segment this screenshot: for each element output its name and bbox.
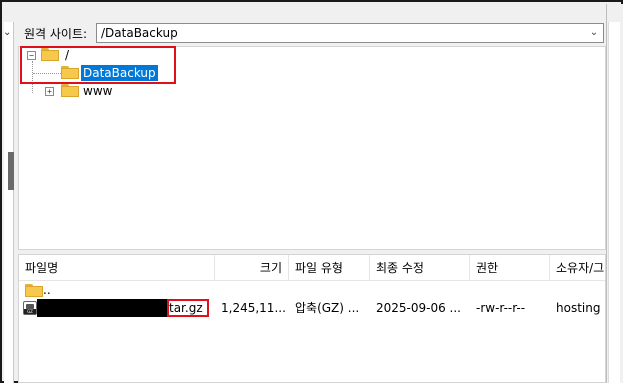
left-scrollbar-thumb[interactable] xyxy=(8,152,14,190)
remote-directory-tree: − / DataBackup + www xyxy=(18,46,606,250)
archive-icon: GZ xyxy=(23,301,37,315)
file-permissions: -rw-r--r-- xyxy=(476,301,526,315)
remote-site-label: 원격 사이트: xyxy=(24,27,88,41)
file-list-header: 파일명 ⌃ 크기 파일 유형 최종 수정 권한 소유자/그 xyxy=(19,254,605,281)
left-pane-edge xyxy=(4,22,14,383)
right-pane-strip xyxy=(608,22,620,383)
file-type: 압축(GZ) ... xyxy=(295,301,360,315)
tree-node-label: www xyxy=(83,84,113,98)
file-modified: 2025-09-06 ... xyxy=(376,301,461,315)
archive-icon-label: GZ xyxy=(24,309,36,314)
highlight-annotation xyxy=(20,46,176,84)
sort-ascending-icon: ⌃ xyxy=(114,254,122,262)
file-name: .. xyxy=(43,283,51,297)
redacted-filename xyxy=(37,299,167,317)
remote-path-input[interactable]: /DataBackup ⌄ xyxy=(96,23,604,43)
tree-node-www[interactable]: + www xyxy=(41,83,181,101)
remote-site-bar: 원격 사이트: /DataBackup ⌄ xyxy=(16,20,606,46)
file-manager-window: ⌄ 원격 사이트: /DataBackup ⌄ − / DataBackup + xyxy=(0,0,623,383)
file-owner: hosting h xyxy=(556,301,605,315)
chevron-down-icon[interactable]: ⌄ xyxy=(587,25,601,41)
file-size: 1,245,11... xyxy=(221,301,286,315)
highlight-annotation xyxy=(167,299,209,317)
remote-path-value: /DataBackup xyxy=(101,26,178,40)
file-row-archive[interactable]: GZ tar.gz 1,245,11... 압축(GZ) ... 2025-09… xyxy=(19,298,605,318)
column-header-size[interactable]: 크기 xyxy=(215,255,289,281)
expand-icon[interactable]: + xyxy=(45,87,54,96)
column-header-type[interactable]: 파일 유형 xyxy=(289,255,370,281)
column-header-owner[interactable]: 소유자/그 xyxy=(550,255,605,281)
chevron-down-icon[interactable]: ⌄ xyxy=(3,24,14,42)
remote-file-list: 파일명 ⌃ 크기 파일 유형 최종 수정 권한 소유자/그 .. GZ tar.… xyxy=(18,254,606,383)
file-row-parent[interactable]: .. xyxy=(19,280,605,300)
right-pane-edge xyxy=(606,4,623,383)
column-header-modified[interactable]: 최종 수정 xyxy=(370,255,470,281)
column-header-permissions[interactable]: 권한 xyxy=(470,255,550,281)
folder-icon xyxy=(61,84,79,97)
